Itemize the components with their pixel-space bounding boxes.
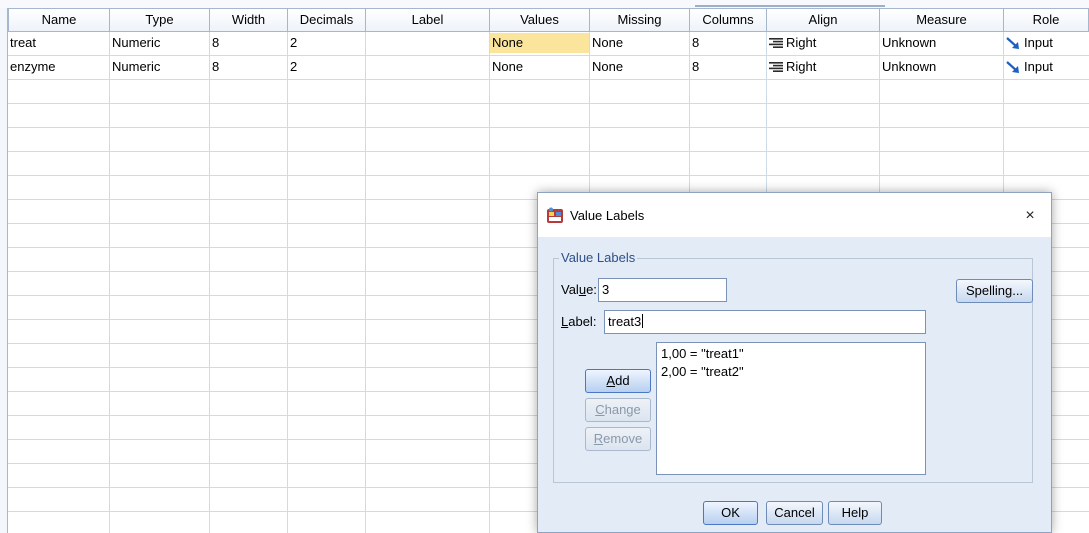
row-gridline [8, 127, 1089, 128]
cell-role[interactable]: Input [1004, 57, 1088, 77]
cell-text: None [492, 59, 524, 74]
dialog-title: Value Labels [570, 208, 645, 223]
help-button[interactable]: Help [828, 501, 882, 525]
cell-text: Right [786, 35, 817, 50]
column-header-missing[interactable]: Missing [590, 8, 690, 32]
cell-type[interactable]: Numeric [110, 33, 209, 53]
column-header-type[interactable]: Type [110, 8, 210, 32]
cell-text: Input [1024, 59, 1053, 74]
column-header-align[interactable]: Align [767, 8, 880, 32]
cell-text: Unknown [882, 59, 937, 74]
column-header-values[interactable]: Values [490, 8, 590, 32]
cell-text: None [492, 35, 524, 50]
cell-role[interactable]: Input [1004, 33, 1088, 53]
row-gridline [8, 103, 1089, 104]
row-gridline [8, 79, 1089, 80]
cell-text: 2 [290, 35, 298, 50]
list-item[interactable]: 1,00 = "treat1" [657, 345, 925, 363]
cell-label[interactable] [366, 33, 489, 53]
column-gridline [365, 32, 366, 533]
cell-text: 8 [212, 59, 220, 74]
value-labels-dialog: Value Labels × Value Labels Value: 3 Spe… [537, 192, 1052, 533]
cell-text: 8 [212, 35, 220, 50]
top-strip [0, 0, 1089, 8]
group-legend: Value Labels [559, 250, 638, 265]
cell-width[interactable]: 8 [210, 57, 287, 77]
value-input[interactable]: 3 [598, 278, 727, 302]
row-gridline [8, 151, 1089, 152]
cell-text: Numeric [112, 35, 161, 50]
column-gridline [489, 32, 490, 533]
cell-align[interactable]: Right [767, 33, 879, 53]
remove-button[interactable]: Remove [585, 427, 651, 451]
dialog-titlebar[interactable]: Value Labels × [538, 193, 1051, 237]
cell-missing[interactable]: None [590, 33, 689, 53]
row-header-edge [0, 8, 8, 533]
cell-decimals[interactable]: 2 [288, 57, 365, 77]
cell-measure[interactable]: Unknown [880, 57, 1003, 77]
cell-text: 8 [692, 59, 700, 74]
column-header-role[interactable]: Role [1004, 8, 1089, 32]
value-labels-icon [547, 207, 563, 223]
cell-columns[interactable]: 8 [690, 33, 766, 53]
cell-values[interactable]: None [490, 57, 589, 77]
cell-decimals[interactable]: 2 [288, 33, 365, 53]
cell-text: 8 [692, 35, 700, 50]
cell-text: treat [10, 35, 37, 50]
align-right-icon [769, 62, 783, 72]
cell-measure[interactable]: Unknown [880, 33, 1003, 53]
column-header-label[interactable]: Label [366, 8, 490, 32]
cell-values[interactable]: None [490, 33, 589, 53]
cell-missing[interactable]: None [590, 57, 689, 77]
change-button[interactable]: Change [585, 398, 651, 422]
cell-name[interactable]: enzyme [8, 57, 109, 77]
align-right-icon [769, 38, 783, 48]
cell-text: Unknown [882, 35, 937, 50]
cell-columns[interactable]: 8 [690, 57, 766, 77]
spelling-button[interactable]: Spelling... [956, 279, 1033, 303]
top-accent-line [695, 5, 885, 7]
input-arrow-icon [1006, 37, 1019, 49]
cell-text: Numeric [112, 59, 161, 74]
cell-label[interactable] [366, 57, 489, 77]
row-gridline [8, 175, 1089, 176]
column-gridline [209, 32, 210, 533]
input-arrow-icon [1006, 61, 1019, 73]
cell-text: 2 [290, 59, 298, 74]
column-header-name[interactable]: Name [8, 8, 110, 32]
value-labels-list[interactable]: 1,00 = "treat1" 2,00 = "treat2" [656, 342, 926, 475]
column-header-columns[interactable]: Columns [690, 8, 767, 32]
cell-type[interactable]: Numeric [110, 57, 209, 77]
cell-text: enzyme [10, 59, 56, 74]
text-caret [642, 314, 644, 328]
ok-button[interactable]: OK [703, 501, 758, 525]
cell-align[interactable]: Right [767, 57, 879, 77]
column-header-measure[interactable]: Measure [880, 8, 1004, 32]
label-input[interactable]: treat3 [604, 310, 926, 334]
cell-text: None [592, 35, 624, 50]
column-header-decimals[interactable]: Decimals [288, 8, 366, 32]
close-icon[interactable]: × [1019, 205, 1041, 227]
label-field-label: Label: [561, 314, 597, 329]
row-gridline [8, 55, 1089, 56]
add-button[interactable]: Add [585, 369, 651, 393]
cell-width[interactable]: 8 [210, 33, 287, 53]
column-gridline [287, 32, 288, 533]
list-item[interactable]: 2,00 = "treat2" [657, 363, 925, 381]
cell-text: Input [1024, 35, 1053, 50]
column-header-width[interactable]: Width [210, 8, 288, 32]
column-gridline [109, 32, 110, 533]
value-field-label: Value: [561, 282, 597, 297]
cell-name[interactable]: treat [8, 33, 109, 53]
cell-text: None [592, 59, 624, 74]
cell-text: Right [786, 59, 817, 74]
cancel-button[interactable]: Cancel [766, 501, 823, 525]
